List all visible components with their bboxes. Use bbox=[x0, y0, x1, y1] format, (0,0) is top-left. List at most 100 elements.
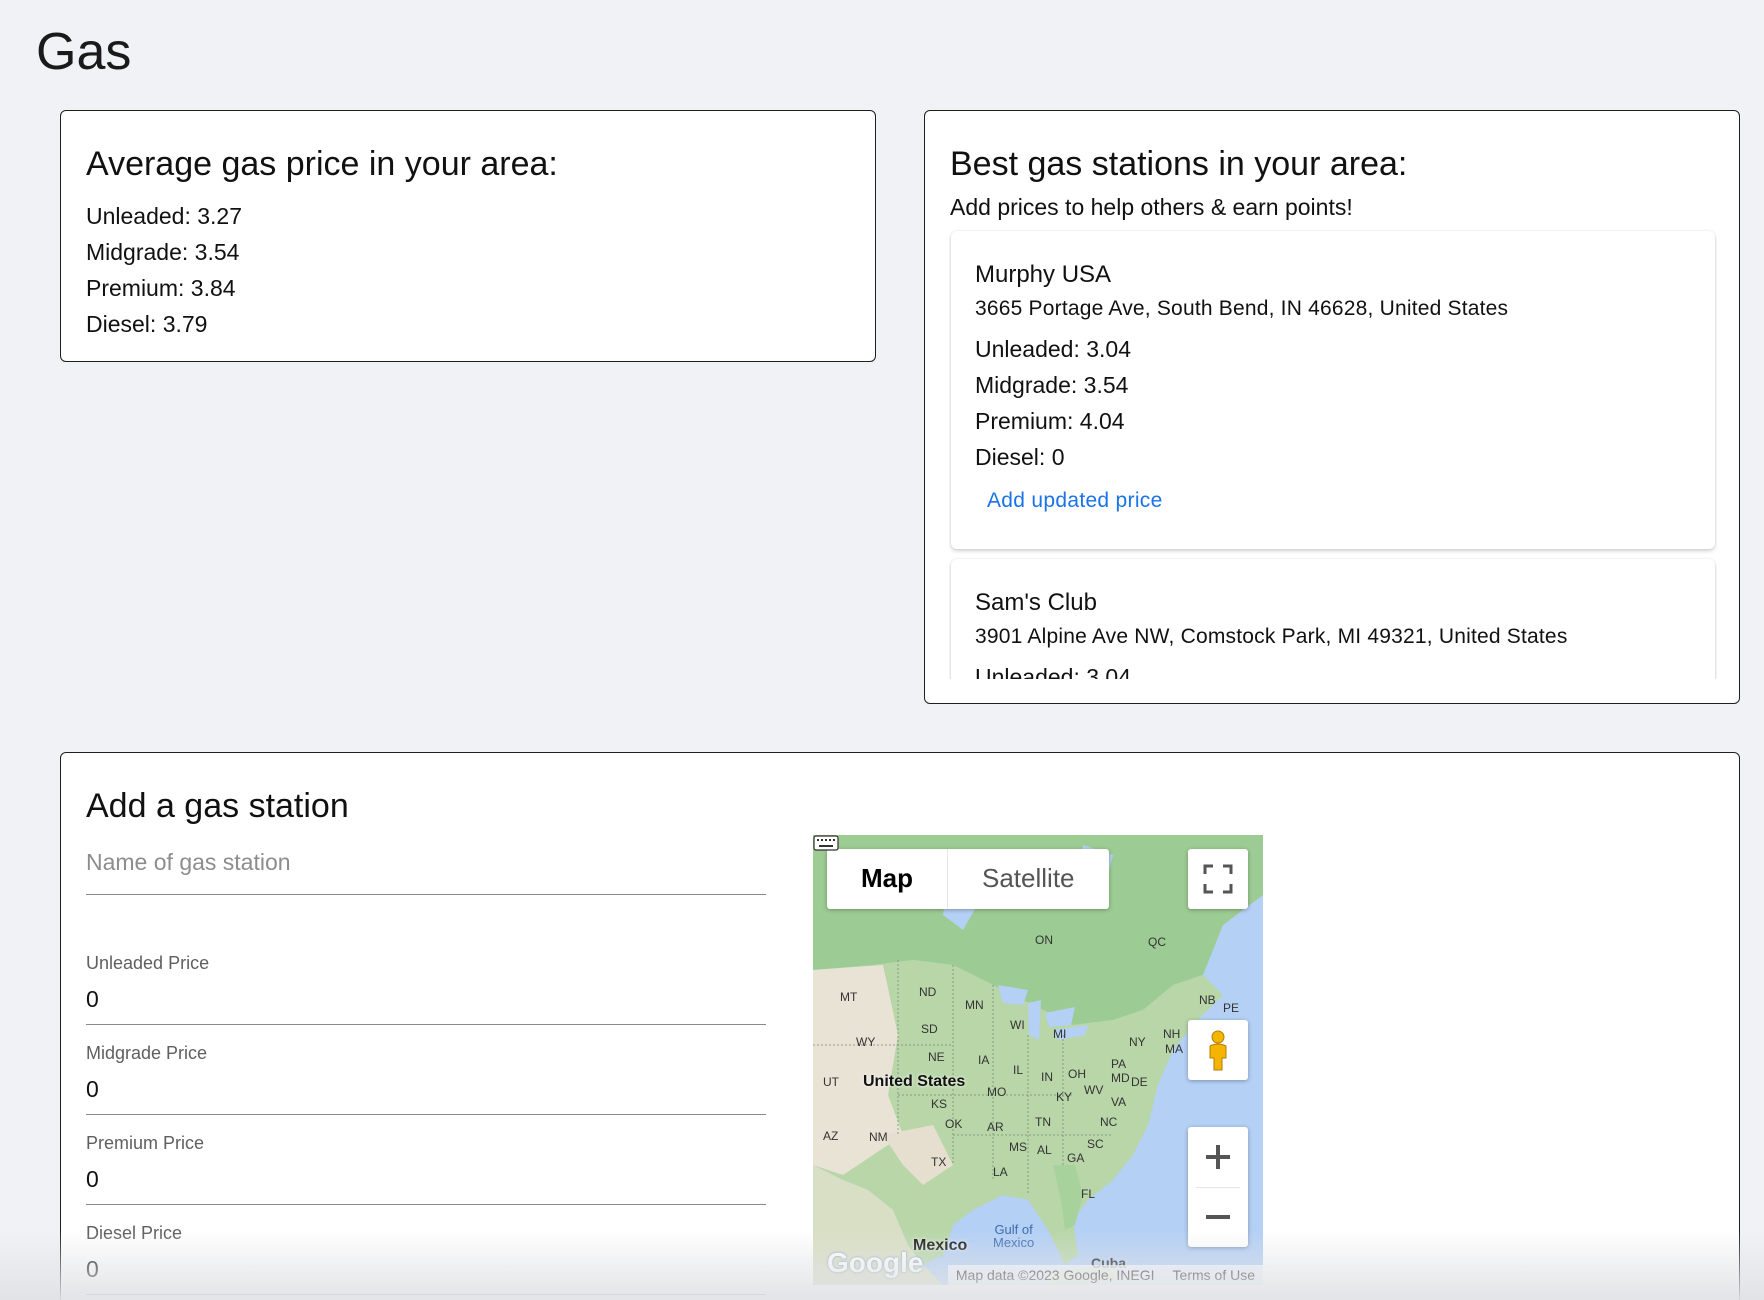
station-list[interactable]: Murphy USA 3665 Portage Ave, South Bend,… bbox=[949, 229, 1717, 679]
page-title: Gas bbox=[36, 23, 132, 81]
state-label: MD bbox=[1111, 1071, 1130, 1085]
map[interactable]: United States Mexico Gulf of Mexico Cuba… bbox=[813, 835, 1263, 1285]
best-subtitle: Add prices to help others & earn points! bbox=[950, 194, 1353, 220]
average-unleaded: Unleaded: 3.27 bbox=[86, 203, 243, 229]
terms-of-use-link[interactable]: Terms of Use bbox=[1173, 1267, 1255, 1283]
diesel-price-field: Diesel Price bbox=[86, 1205, 766, 1295]
state-label: SC bbox=[1087, 1137, 1104, 1151]
state-label: FL bbox=[1081, 1187, 1096, 1201]
state-label: MO bbox=[987, 1085, 1007, 1099]
state-label: OH bbox=[1068, 1067, 1086, 1081]
plus-icon bbox=[1206, 1145, 1230, 1169]
street-view-button[interactable] bbox=[1188, 1020, 1248, 1080]
state-label: LA bbox=[993, 1165, 1008, 1179]
state-label: AL bbox=[1037, 1143, 1052, 1157]
station-card: Murphy USA 3665 Portage Ave, South Bend,… bbox=[951, 231, 1715, 549]
state-label: ON bbox=[1035, 933, 1053, 947]
state-label: VA bbox=[1111, 1095, 1127, 1109]
best-stations-card: Best gas stations in your area: Add pric… bbox=[924, 110, 1740, 704]
state-label: MI bbox=[1053, 1027, 1067, 1041]
unleaded-price-input[interactable] bbox=[86, 982, 766, 1017]
average-heading: Average gas price in your area: bbox=[86, 145, 558, 183]
state-label: PE bbox=[1223, 1001, 1240, 1015]
state-label: MN bbox=[965, 998, 984, 1012]
state-label: KS bbox=[931, 1097, 948, 1111]
state-label: DE bbox=[1131, 1075, 1148, 1089]
state-label: NM bbox=[869, 1130, 888, 1144]
add-station-form: Unleaded Price Midgrade Price Premium Pr… bbox=[86, 845, 766, 1295]
average-midgrade: Midgrade: 3.54 bbox=[86, 239, 240, 265]
station-address: 3665 Portage Ave, South Bend, IN 46628, … bbox=[975, 297, 1509, 320]
state-label: MA bbox=[1165, 1042, 1183, 1056]
state-label: MT bbox=[840, 990, 858, 1004]
state-label: SD bbox=[921, 1022, 938, 1036]
zoom-in-button[interactable] bbox=[1188, 1127, 1248, 1187]
google-logo: Google bbox=[827, 1247, 924, 1278]
state-label: MS bbox=[1009, 1140, 1027, 1154]
state-label: TN bbox=[1035, 1115, 1051, 1129]
unleaded-price-field: Unleaded Price bbox=[86, 935, 766, 1025]
state-label: AR bbox=[987, 1120, 1004, 1134]
midgrade-price-input[interactable] bbox=[86, 1072, 766, 1107]
midgrade-price-field: Midgrade Price bbox=[86, 1025, 766, 1115]
station-card: Sam's Club 3901 Alpine Ave NW, Comstock … bbox=[951, 559, 1715, 679]
state-label: WY bbox=[856, 1035, 876, 1049]
state-label: IA bbox=[978, 1053, 990, 1067]
state-label: GA bbox=[1067, 1151, 1085, 1165]
premium-price-label: Premium Price bbox=[86, 1133, 205, 1153]
map-label-united-states: United States bbox=[863, 1073, 966, 1090]
state-label: IN bbox=[1041, 1070, 1053, 1084]
station-name-field bbox=[86, 845, 766, 895]
unleaded-price-label: Unleaded Price bbox=[86, 953, 210, 973]
average-diesel: Diesel: 3.79 bbox=[86, 311, 208, 337]
zoom-out-button[interactable] bbox=[1188, 1187, 1248, 1247]
minus-icon bbox=[1206, 1215, 1230, 1219]
state-label: WV bbox=[1084, 1083, 1104, 1097]
map-type-satellite-button[interactable]: Satellite bbox=[948, 849, 1109, 909]
fullscreen-button[interactable] bbox=[1188, 849, 1248, 909]
state-label: PA bbox=[1111, 1057, 1127, 1071]
state-label: NB bbox=[1199, 993, 1216, 1007]
state-label: NC bbox=[1100, 1115, 1118, 1129]
map-data-text: Map data ©2023 Google, INEGI bbox=[955, 1267, 1155, 1283]
state-label: KY bbox=[1056, 1090, 1073, 1104]
pegman-icon bbox=[1209, 1030, 1227, 1071]
state-label: WI bbox=[1010, 1018, 1025, 1032]
station-midgrade: Midgrade: 3.54 bbox=[975, 372, 1129, 398]
station-premium: Premium: 4.04 bbox=[975, 408, 1125, 434]
diesel-price-input[interactable] bbox=[86, 1252, 766, 1287]
station-diesel: Diesel: 0 bbox=[975, 444, 1065, 470]
state-label: NE bbox=[928, 1050, 945, 1064]
station-unleaded: Unleaded: 3.04 bbox=[975, 664, 1132, 679]
state-label: OK bbox=[945, 1117, 963, 1131]
premium-price-field: Premium Price bbox=[86, 1115, 766, 1205]
map-type-map-button[interactable]: Map bbox=[827, 849, 948, 909]
add-updated-price-link[interactable]: Add updated price bbox=[987, 489, 1163, 513]
premium-price-input[interactable] bbox=[86, 1162, 766, 1197]
map-label-gulf: Gulf of Mexico bbox=[993, 1223, 1034, 1249]
station-name: Sam's Club bbox=[975, 589, 1097, 616]
best-heading: Best gas stations in your area: bbox=[950, 145, 1408, 183]
add-heading: Add a gas station bbox=[86, 787, 349, 825]
map-attribution: Map data ©2023 Google, INEGI Terms of Us… bbox=[947, 1265, 1263, 1285]
zoom-control bbox=[1188, 1127, 1248, 1247]
state-label: QC bbox=[1148, 935, 1166, 949]
map-label-gulf-2: Mexico bbox=[993, 1235, 1035, 1250]
station-address: 3901 Alpine Ave NW, Comstock Park, MI 49… bbox=[975, 625, 1568, 648]
state-label: NH bbox=[1163, 1027, 1181, 1041]
map-type-control: Map Satellite bbox=[827, 849, 1109, 909]
midgrade-price-label: Midgrade Price bbox=[86, 1043, 208, 1063]
station-unleaded: Unleaded: 3.04 bbox=[975, 336, 1132, 362]
state-label: NY bbox=[1129, 1035, 1146, 1049]
station-name-input[interactable] bbox=[86, 845, 766, 880]
state-label: AZ bbox=[823, 1129, 839, 1143]
state-label: IL bbox=[1013, 1063, 1024, 1077]
state-label: ND bbox=[919, 985, 937, 999]
station-name: Murphy USA bbox=[975, 261, 1112, 288]
keyboard-icon[interactable] bbox=[813, 835, 839, 851]
average-price-card: Average gas price in your area: Unleaded… bbox=[60, 110, 876, 362]
state-label: TX bbox=[931, 1155, 947, 1169]
add-station-card: Add a gas station Unleaded Price Midgrad… bbox=[60, 752, 1740, 1300]
state-label: UT bbox=[823, 1075, 839, 1089]
fullscreen-icon bbox=[1203, 864, 1233, 894]
